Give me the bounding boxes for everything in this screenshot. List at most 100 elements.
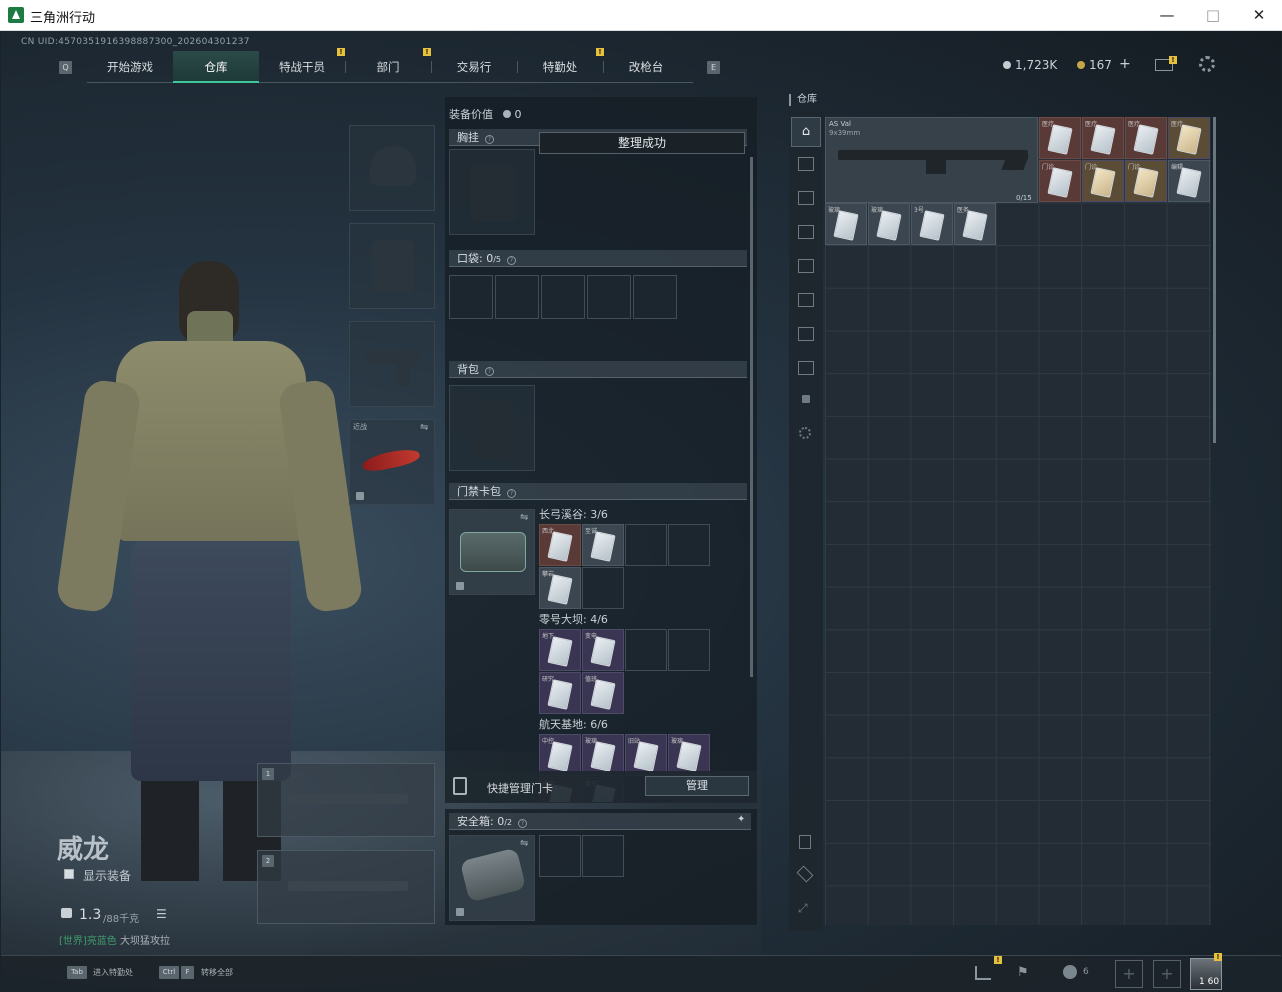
add-currency-button[interactable]: + [1119,56,1131,72]
tab-prev-key[interactable]: Q [59,61,72,74]
keycard-item[interactable]: 至诚 [582,524,624,566]
as-val-item[interactable]: AS Val 9x39mm 0/15 [825,117,1038,203]
keycard-item[interactable]: 西北 [539,524,581,566]
keycard-item[interactable]: 玻璃 [868,203,910,245]
swap-icon[interactable]: ⇋ [420,422,428,433]
helmet-slot[interactable] [349,125,435,211]
flag-icon[interactable]: ⚑ [1017,965,1029,980]
friends-icon[interactable] [1063,965,1077,979]
tab-start-game[interactable]: 开始游戏 [87,51,173,83]
empty-slot[interactable] [668,524,710,566]
empty-slot[interactable] [625,524,667,566]
armor-slot[interactable] [349,223,435,309]
keycard-item[interactable]: 医疗 [1168,117,1210,159]
tab-department[interactable]: 部门 [345,51,431,83]
help-icon[interactable]: ? [518,819,528,828]
melee-slot[interactable]: 近战 ⇋ [349,419,435,505]
pocket-slot[interactable] [449,275,493,319]
keycard-item[interactable]: 玻璃 [668,734,710,776]
keycard-item[interactable]: 变电 [582,629,624,671]
stash-layers-icon[interactable] [796,865,814,883]
close-button[interactable]: ✕ [1236,0,1282,31]
backpack-slot[interactable] [449,385,535,471]
minimize-button[interactable]: — [1144,0,1190,31]
tab-next-key[interactable]: E [707,61,720,74]
stash-all-icon[interactable]: ⌂ [791,117,821,147]
keycard-bag-slot[interactable]: ⇋ [449,509,535,595]
stash-scrollbar[interactable] [1213,117,1216,443]
pistol-slot[interactable] [349,321,435,407]
keycard-item[interactable]: 医务 [954,203,996,245]
tab-trade[interactable]: 交易行 [431,51,517,83]
keycard-item[interactable]: 地下 [539,629,581,671]
stash-category-icon[interactable] [798,361,814,375]
keycard-item[interactable]: 门诊 [1125,160,1167,202]
tab-warehouse[interactable]: 仓库 [173,51,259,83]
help-icon[interactable]: ? [507,256,517,265]
hotkey-label[interactable]: 进入特勤处 [93,967,133,978]
keycard-item[interactable]: 医疗 [1039,117,1081,159]
stash-category-icon[interactable] [798,293,814,307]
keycard-item[interactable]: 研究 [539,672,581,714]
empty-slot[interactable] [668,629,710,671]
empty-slot[interactable] [625,629,667,671]
keycard-item[interactable]: 医疗 [1082,117,1124,159]
stash-category-icon[interactable] [798,157,814,171]
stash-lock-icon[interactable] [802,395,810,403]
keycard-item[interactable]: 3号 [911,203,953,245]
chest-rig-slot[interactable] [449,149,535,235]
stash-category-icon[interactable] [798,259,814,273]
pocket-slot[interactable] [587,275,631,319]
empty-slot[interactable] [582,567,624,609]
player-avatar[interactable]: 1 60 [1190,958,1222,990]
equipment-value-number: 0 [514,108,522,121]
tab-gunsmith[interactable]: 改枪台 [603,51,689,83]
maximize-button[interactable]: □ [1190,0,1236,31]
help-icon[interactable]: ? [507,489,516,498]
help-icon[interactable]: ? [485,367,494,376]
keycard-label: 编辑 [1171,164,1184,171]
keycard-item[interactable]: 门诊 [1082,160,1124,202]
show-gear-checkbox[interactable] [64,869,74,879]
settings-gear-icon[interactable] [1199,56,1215,72]
primary-weapon-slot-2[interactable]: 2 [257,850,435,924]
invite-slot-button[interactable]: + [1153,960,1181,988]
keycard-label: 西北 [542,528,555,535]
pin-icon[interactable]: ✦ [737,814,745,825]
tab-operators[interactable]: 特战干员 [259,51,345,83]
safebox-slot[interactable]: ⇋ [449,835,535,921]
equipment-scrollbar[interactable] [750,157,753,677]
stash-category-icon[interactable] [798,191,814,205]
tab-special-ops[interactable]: 特勤处 [517,51,603,83]
pocket-slot[interactable] [633,275,677,319]
pocket-slot[interactable] [541,275,585,319]
keycard-item[interactable]: 门诊 [1039,160,1081,202]
safebox-cell[interactable] [582,835,624,877]
stash-category-icon[interactable] [798,327,814,341]
keycard-item[interactable]: 值班 [582,672,624,714]
keycard-item[interactable]: 编辑 [1168,160,1210,202]
swap-icon[interactable]: ⇋ [520,838,528,849]
stash-container-icon[interactable] [799,835,811,849]
keycard-item[interactable]: 旧站 [625,734,667,776]
keycard-bag-header: 门禁卡包? [449,483,747,500]
invite-slot-button[interactable]: + [1115,960,1143,988]
primary-weapon-slot-1[interactable]: 1 [257,763,435,837]
stash-category-icon[interactable] [798,225,814,239]
help-icon[interactable]: ? [485,135,494,144]
stats-icon[interactable] [975,966,991,980]
swap-icon[interactable]: ⇋ [520,512,528,523]
manage-button[interactable]: 管理 [645,776,749,796]
hotkey-label[interactable]: 转移全部 [201,967,233,978]
keycard-item[interactable]: 中控 [539,734,581,776]
list-icon[interactable]: ☰ [156,907,167,921]
keycard-item[interactable]: 医疗 [1125,117,1167,159]
keycard-item[interactable]: 玻璃 [582,734,624,776]
pocket-slot[interactable] [495,275,539,319]
stash-settings-icon[interactable] [799,427,811,439]
stash-grid[interactable]: AS Val 9x39mm 0/15 医疗 医疗 医疗 医疗 门诊 门诊 门诊 … [825,117,1211,925]
keycard-item[interactable]: 攀岩 [539,567,581,609]
keycard-item[interactable]: 玻璃 [825,203,867,245]
safebox-cell[interactable] [539,835,581,877]
stash-sort-icon[interactable]: ⤢ [798,901,808,916]
